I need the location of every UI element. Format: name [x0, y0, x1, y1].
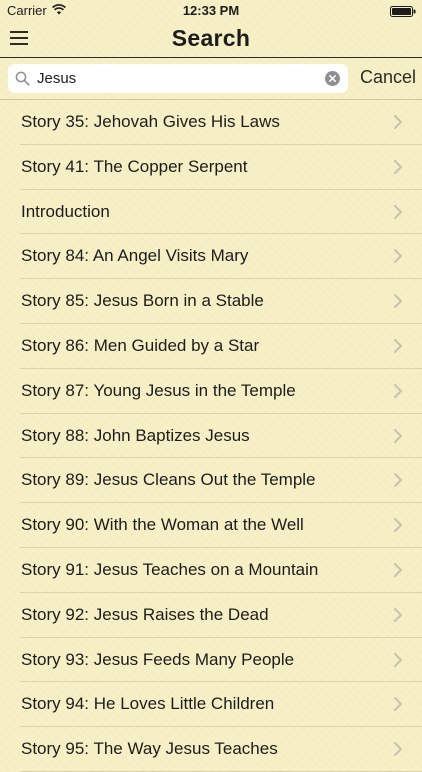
result-title: Story 89: Jesus Cleans Out the Temple — [21, 470, 316, 490]
chevron-right-icon — [394, 204, 402, 219]
result-row[interactable]: Story 93: Jesus Feeds Many People — [0, 638, 422, 683]
result-title: Story 95: The Way Jesus Teaches — [21, 739, 278, 759]
result-row[interactable]: Story 41: The Copper Serpent — [0, 145, 422, 190]
result-title: Story 84: An Angel Visits Mary — [21, 246, 249, 266]
chevron-right-icon — [394, 294, 402, 309]
result-row[interactable]: Story 84: An Angel Visits Mary — [0, 234, 422, 279]
result-row[interactable]: Story 91: Jesus Teaches on a Mountain — [0, 548, 422, 593]
result-title: Story 85: Jesus Born in a Stable — [21, 291, 264, 311]
result-title: Story 87: Young Jesus in the Temple — [21, 380, 296, 400]
chevron-right-icon — [394, 115, 402, 129]
status-time: 12:33 PM — [182, 3, 240, 18]
chevron-right-icon — [394, 249, 402, 264]
result-title: Story 92: Jesus Raises the Dead — [21, 604, 269, 624]
chevron-right-icon — [394, 428, 402, 443]
chevron-right-icon — [394, 607, 402, 622]
chevron-right-icon — [394, 652, 402, 667]
result-title: Story 91: Jesus Teaches on a Mountain — [21, 559, 319, 579]
magnifier-icon — [15, 71, 30, 86]
status-bar: Carrier 12:33 PM — [0, 0, 422, 22]
result-row[interactable]: Story 86: Men Guided by a Star — [0, 324, 422, 369]
chevron-right-icon — [394, 697, 402, 712]
result-row[interactable]: Story 85: Jesus Born in a Stable — [0, 279, 422, 324]
page-title: Search — [171, 25, 251, 51]
chevron-right-icon — [394, 518, 402, 533]
search-results-list: Story 35: Jehovah Gives His Laws Story 41… — [0, 100, 422, 772]
result-row[interactable]: Story 92: Jesus Raises the Dead — [0, 593, 422, 638]
clear-circle-icon[interactable] — [325, 71, 340, 86]
result-title: Story 94: He Loves Little Children — [21, 694, 275, 714]
chevron-right-icon — [394, 383, 402, 398]
result-row[interactable]: Story 35: Jehovah Gives His Laws — [0, 100, 422, 145]
result-row[interactable]: Story 87: Young Jesus in the Temple — [0, 369, 422, 414]
chevron-right-icon — [394, 338, 402, 353]
cancel-button[interactable]: Cancel — [360, 67, 416, 88]
search-bar: Cancel — [0, 58, 422, 100]
chevron-right-icon — [394, 562, 402, 577]
battery-icon — [390, 6, 416, 17]
result-title: Story 93: Jesus Feeds Many People — [21, 649, 295, 669]
result-row[interactable]: Story 89: Jesus Cleans Out the Temple — [0, 458, 422, 503]
result-title: Story 41: The Copper Serpent — [21, 156, 248, 176]
result-title: Story 35: Jehovah Gives His Laws — [21, 112, 280, 131]
chevron-right-icon — [394, 159, 402, 174]
search-input[interactable] — [37, 64, 317, 93]
result-row[interactable]: Introduction — [0, 190, 422, 235]
result-row[interactable]: Story 94: He Loves Little Children — [0, 682, 422, 727]
chevron-right-icon — [394, 742, 402, 757]
chevron-right-icon — [394, 473, 402, 488]
navigation-bar: Search — [0, 22, 422, 58]
search-field[interactable] — [8, 64, 348, 93]
result-title: Introduction — [21, 201, 110, 221]
result-title: Story 88: John Baptizes Jesus — [21, 425, 250, 445]
result-title: Story 86: Men Guided by a Star — [21, 335, 260, 355]
result-row[interactable]: Story 88: John Baptizes Jesus — [0, 414, 422, 459]
result-row[interactable]: Story 90: With the Woman at the Well — [0, 503, 422, 548]
result-title: Story 90: With the Woman at the Well — [21, 515, 304, 535]
